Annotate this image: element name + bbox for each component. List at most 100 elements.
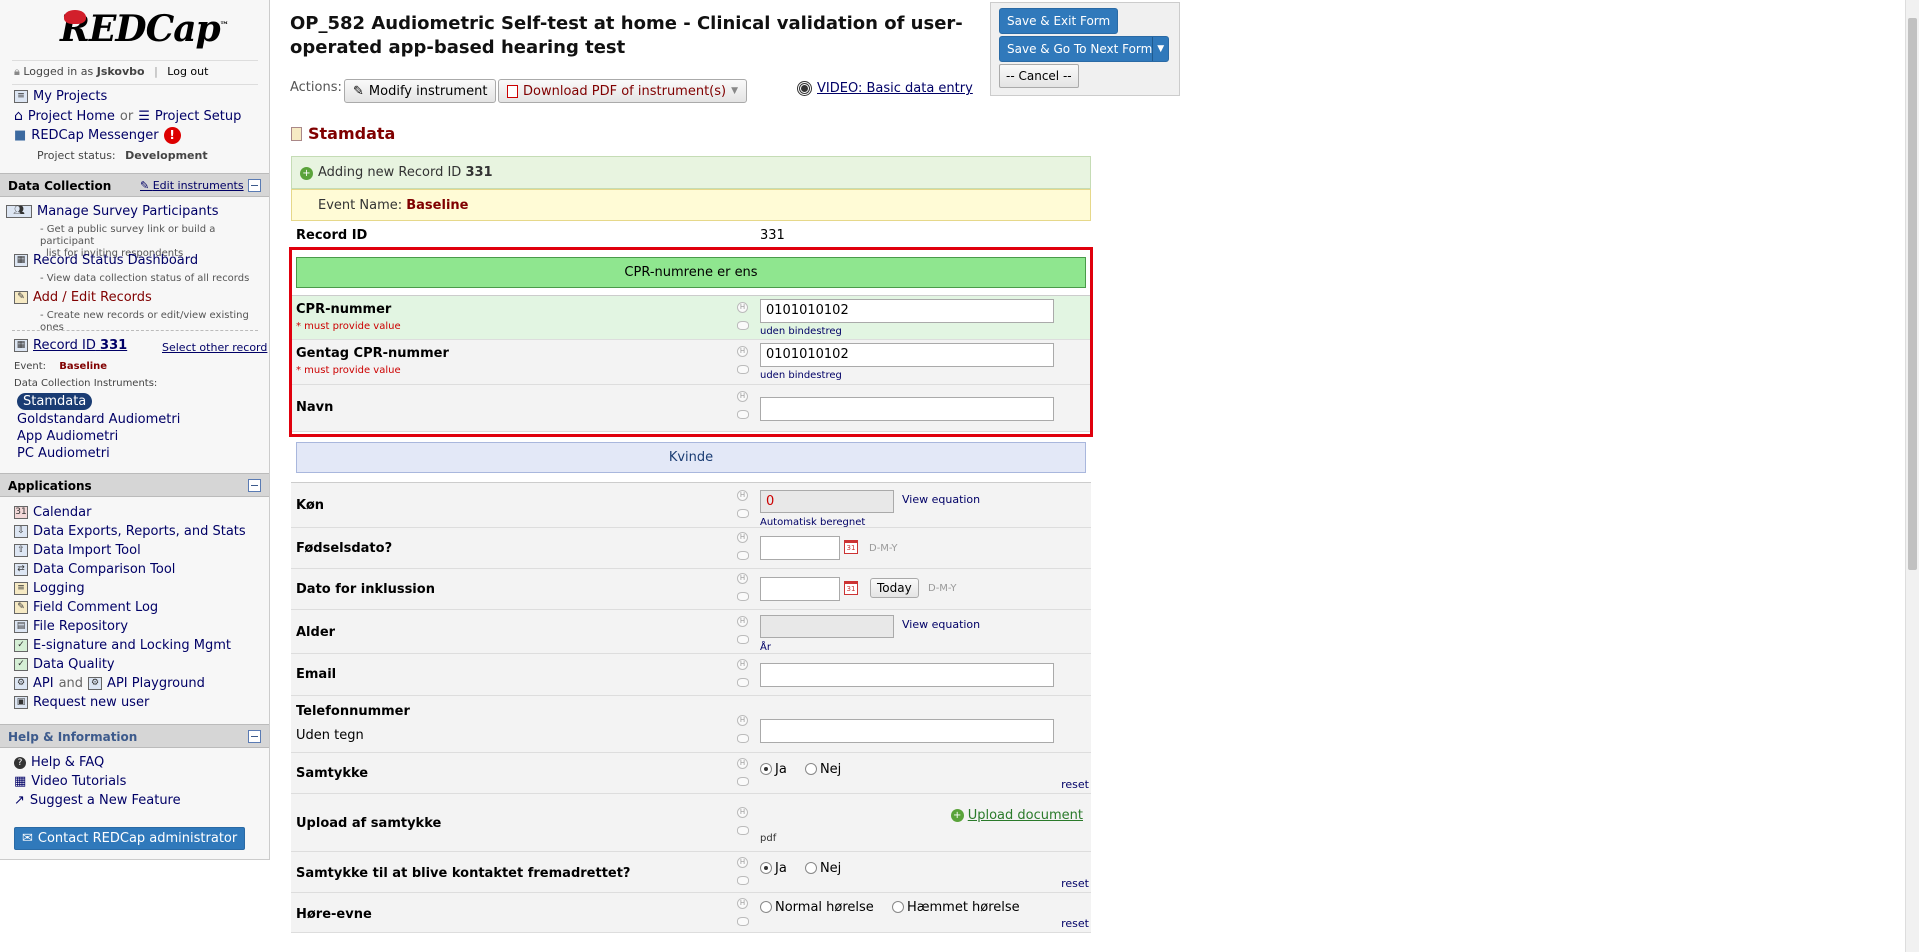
adding-record-banner: + Adding new Record ID 331 xyxy=(291,156,1091,189)
history-icon[interactable]: H xyxy=(737,302,748,313)
reset-link[interactable]: reset xyxy=(1061,778,1089,791)
add-edit-records-link[interactable]: ✎ Add / Edit Records xyxy=(14,290,152,305)
video-basic-entry-link[interactable]: VIDEO: Basic data entry xyxy=(797,81,973,96)
project-home-link[interactable]: Project Home xyxy=(28,109,115,124)
inklussion-input[interactable] xyxy=(760,577,840,601)
list-icon: ☰ xyxy=(138,108,150,124)
cancel-button[interactable]: -- Cancel -- xyxy=(999,64,1079,88)
messenger-link[interactable]: ■ REDCap Messenger ! xyxy=(14,127,181,144)
contact-admin-button[interactable]: ✉ Contact REDCap administrator xyxy=(14,827,246,850)
fodselsdato-input[interactable] xyxy=(760,536,840,560)
suggest-feature-link[interactable]: ↗ Suggest a New Feature xyxy=(14,793,181,808)
calendar-link[interactable]: 31 Calendar xyxy=(14,505,91,520)
record-id: 331 xyxy=(100,338,128,353)
reset-link[interactable]: reset xyxy=(1061,917,1089,930)
data-import-link[interactable]: ⇧ Data Import Tool xyxy=(14,543,141,558)
comment-bubble-icon[interactable] xyxy=(737,321,749,330)
telefon-input[interactable] xyxy=(760,719,1054,743)
history-icon[interactable]: H xyxy=(737,807,748,818)
comment-bubble-icon[interactable] xyxy=(737,365,749,374)
radio-ja[interactable] xyxy=(760,763,772,775)
collapse-icon[interactable] xyxy=(248,479,261,492)
scrollbar[interactable] xyxy=(1905,0,1919,952)
manage-survey-link[interactable]: 👥︎ Manage Survey Participants xyxy=(6,204,219,219)
radio-ja[interactable] xyxy=(760,862,772,874)
calendar-icon[interactable]: 31 xyxy=(844,540,858,554)
history-icon[interactable]: H xyxy=(737,573,748,584)
file-repository-link[interactable]: ▤ File Repository xyxy=(14,619,128,634)
chevron-down-icon[interactable]: ▼ xyxy=(1152,37,1168,61)
upload-label: Upload af samtykke xyxy=(296,816,442,831)
save-next-button[interactable]: Save & Go To Next Form xyxy=(1007,42,1152,56)
comment-bubble-icon[interactable] xyxy=(737,678,749,687)
history-icon[interactable]: H xyxy=(737,490,748,501)
data-exports-link[interactable]: ⇩ Data Exports, Reports, and Stats xyxy=(14,524,246,539)
logging-link[interactable]: ≡ Logging xyxy=(14,581,85,596)
comment-bubble-icon[interactable] xyxy=(737,826,749,835)
edit-instruments-link[interactable]: ✎ Edit instruments xyxy=(140,179,244,192)
radio-nej[interactable] xyxy=(804,862,817,874)
project-setup-link[interactable]: Project Setup xyxy=(155,109,241,124)
history-icon[interactable]: H xyxy=(737,857,748,868)
collapse-icon[interactable] xyxy=(248,179,261,192)
radio-haemmet[interactable] xyxy=(891,901,904,913)
save-exit-button[interactable]: Save & Exit Form xyxy=(999,8,1119,34)
history-icon[interactable]: H xyxy=(737,659,748,670)
video-tutorials-link[interactable]: ▦ Video Tutorials xyxy=(14,774,126,789)
today-button[interactable]: Today xyxy=(870,578,919,598)
calendar-icon[interactable]: 31 xyxy=(844,581,858,595)
radio-normal[interactable] xyxy=(760,901,772,913)
modify-instrument-button[interactable]: ✎ Modify instrument xyxy=(344,79,497,103)
comment-bubble-icon[interactable] xyxy=(737,410,749,419)
instrument-stamdata[interactable]: Stamdata xyxy=(17,393,93,410)
select-other-record-link[interactable]: Select other record xyxy=(162,341,267,354)
cpr-repeat-input[interactable]: 0101010102 xyxy=(760,343,1054,367)
help-faq-link[interactable]: ? Help & FAQ xyxy=(14,755,104,770)
comment-bubble-icon[interactable] xyxy=(737,777,749,786)
field-comment-log-link[interactable]: ✎ Field Comment Log xyxy=(14,600,158,615)
download-pdf-button[interactable]: Download PDF of instrument(s) ▼ xyxy=(498,79,748,103)
comment-bubble-icon[interactable] xyxy=(737,509,749,518)
alder-calc-field xyxy=(760,615,894,638)
reset-link[interactable]: reset xyxy=(1061,877,1089,890)
history-icon[interactable]: H xyxy=(737,346,748,357)
email-input[interactable] xyxy=(760,663,1054,687)
instrument-goldstandard[interactable]: Goldstandard Audiometri xyxy=(17,412,180,427)
comment-icon: ✎ xyxy=(14,601,28,614)
cpr-input[interactable]: 0101010102 xyxy=(760,299,1054,323)
esignature-link[interactable]: ✓ E-signature and Locking Mgmt xyxy=(14,638,231,653)
data-comparison-link[interactable]: ⇄ Data Comparison Tool xyxy=(14,562,175,577)
view-equation-link[interactable]: View equation xyxy=(902,493,980,506)
navn-input[interactable] xyxy=(760,397,1054,421)
history-icon[interactable]: H xyxy=(737,758,748,769)
comment-bubble-icon[interactable] xyxy=(737,734,749,743)
adding-label: Adding new Record ID xyxy=(318,165,462,180)
history-icon[interactable]: H xyxy=(737,616,748,627)
view-equation-link[interactable]: View equation xyxy=(902,618,980,631)
film-reel-icon xyxy=(797,81,812,96)
comment-bubble-icon[interactable] xyxy=(737,592,749,601)
comment-bubble-icon[interactable] xyxy=(737,876,749,885)
my-projects-link[interactable]: ≡ My Projects xyxy=(14,89,107,104)
instrument-pc-audiometri[interactable]: PC Audiometri xyxy=(17,446,110,461)
collapse-icon[interactable] xyxy=(248,730,261,743)
logout-link[interactable]: Log out xyxy=(167,65,208,78)
comment-bubble-icon[interactable] xyxy=(737,635,749,644)
comment-bubble-icon[interactable] xyxy=(737,551,749,560)
history-icon[interactable]: H xyxy=(737,391,748,402)
comment-bubble-icon[interactable] xyxy=(737,917,749,926)
radio-nej[interactable] xyxy=(804,763,817,775)
record-status-link[interactable]: ▦ Record Status Dashboard xyxy=(14,253,198,268)
request-user-link[interactable]: ▣ Request new user xyxy=(14,695,149,710)
history-icon[interactable]: H xyxy=(737,532,748,543)
history-icon[interactable]: H xyxy=(737,715,748,726)
scrollbar-thumb[interactable] xyxy=(1908,18,1917,570)
data-quality-link[interactable]: ✓ Data Quality xyxy=(14,657,115,672)
api-playground-link[interactable]: API Playground xyxy=(107,676,205,691)
record-id-link[interactable]: ▦ Record ID 331 xyxy=(14,338,127,353)
api-link[interactable]: API xyxy=(33,676,54,691)
history-icon[interactable]: H xyxy=(737,898,748,909)
redcap-logo[interactable]: REDCap™ xyxy=(60,8,229,50)
upload-document-link[interactable]: + Upload document xyxy=(950,808,1083,823)
instrument-app-audiometri[interactable]: App Audiometri xyxy=(17,429,118,444)
